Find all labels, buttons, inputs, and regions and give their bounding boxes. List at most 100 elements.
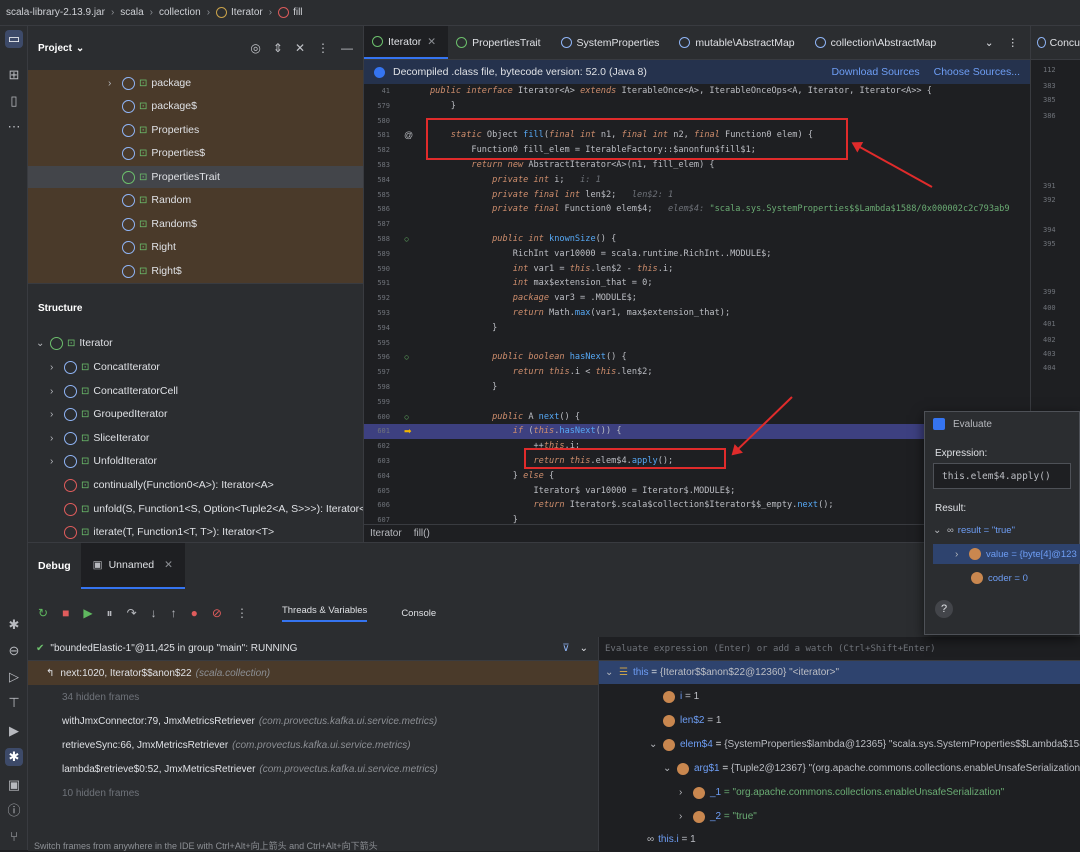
pause-icon[interactable]: ⏸: [107, 606, 113, 621]
structure-item[interactable]: › ⊡ GroupedIterator: [50, 403, 168, 425]
frame-row[interactable]: lambda$retrieve$0:52, JmxMetricsRetrieve…: [28, 757, 598, 781]
code-line[interactable]: 594 }: [364, 321, 1031, 336]
line-number[interactable]: 593: [364, 306, 390, 321]
expand-icon[interactable]: ⇕: [273, 41, 283, 55]
line-number[interactable]: 599: [364, 395, 390, 410]
tab-concurrent[interactable]: Concu: [1031, 26, 1080, 60]
options-icon[interactable]: ⋮: [317, 41, 329, 55]
line-number[interactable]: 597: [364, 365, 390, 380]
tree-item-properties-obj[interactable]: ⊡ Properties$: [122, 142, 205, 164]
git-icon[interactable]: ⑂: [5, 828, 23, 846]
breadcrumb-jar[interactable]: scala-library-2.13.9.jar: [6, 7, 105, 18]
code-line[interactable]: 588 public int knownSize() {: [364, 232, 1031, 247]
code-line[interactable]: 583 return new AbstractIterator<A>(n1, f…: [364, 158, 1031, 173]
result-row[interactable]: › value = {byte[4]@123: [933, 544, 1080, 564]
options-icon[interactable]: ⋮: [236, 606, 248, 620]
line-number[interactable]: 604: [364, 469, 390, 484]
execution-pointer-icon[interactable]: ➡: [404, 424, 412, 439]
close-icon[interactable]: ✕: [427, 36, 436, 48]
override-icon[interactable]: ○: [404, 410, 409, 425]
line-number[interactable]: 592: [364, 291, 390, 306]
variable-row[interactable]: › _1 = "org.apache.commons.collections.en…: [679, 781, 1004, 804]
folder-icon[interactable]: ▭: [5, 30, 23, 48]
code-line[interactable]: 591 int max$extension_that = 0;: [364, 276, 1031, 291]
override-icon[interactable]: ○: [404, 232, 409, 247]
close-icon[interactable]: ✕: [164, 559, 173, 571]
watch-input[interactable]: Evaluate expression (Enter) or add a wat…: [599, 637, 1080, 661]
structure-method[interactable]: ⊡ continually(Function0<A>): Iterator<A>: [64, 474, 274, 496]
bug-icon[interactable]: ✱: [5, 616, 23, 634]
line-number[interactable]: 600: [364, 410, 390, 425]
locate-icon[interactable]: ◎: [250, 41, 260, 55]
collapse-icon[interactable]: ✕: [295, 41, 305, 55]
line-number[interactable]: 584: [364, 173, 390, 188]
tab-unnamed-session[interactable]: ▣ Unnamed ✕: [80, 543, 185, 589]
structure-method[interactable]: ⊡ iterate(T, Function1<T, T>): Iterator<T…: [64, 521, 274, 543]
frame-row[interactable]: withJmxConnector:79, JmxMetricsRetriever…: [28, 709, 598, 733]
line-number[interactable]: 41: [364, 84, 390, 99]
chevron-down-icon[interactable]: ⌄: [580, 643, 588, 654]
breadcrumb-iterator[interactable]: Iterator: [231, 7, 263, 18]
tab-collection-abstractmap[interactable]: collection\AbstractMap: [807, 26, 949, 59]
line-number[interactable]: 580: [364, 114, 390, 129]
view-breakpoints-icon[interactable]: ●: [191, 606, 198, 620]
line-number[interactable]: 590: [364, 262, 390, 277]
line-number[interactable]: 596: [364, 350, 390, 365]
status-class[interactable]: Iterator: [370, 528, 402, 539]
structure-item[interactable]: › ⊡ SliceIterator: [50, 427, 149, 449]
minimize-icon[interactable]: —: [341, 41, 353, 55]
terminal-icon[interactable]: ▣: [5, 776, 23, 794]
tab-systemproperties[interactable]: SystemProperties: [553, 26, 672, 59]
tab-iterator[interactable]: Iterator ✕: [364, 26, 449, 59]
chevron-down-icon[interactable]: ⌄: [985, 37, 994, 49]
help-icon[interactable]: ?: [935, 600, 953, 618]
project-title[interactable]: Project: [38, 43, 72, 54]
variable-row[interactable]: ⌄ ☰ this = {Iterator$$anon$22@12360} "<ite…: [599, 661, 1080, 684]
code-line[interactable]: 592 package var3 = .MODULE$;: [364, 291, 1031, 306]
structure-method[interactable]: ⊡ unfold(S, Function1<S, Option<Tuple2<A,…: [64, 498, 378, 520]
tree-item-propertiestrait[interactable]: ⊡ PropertiesTrait: [28, 166, 363, 188]
variable-row[interactable]: ∞ this.i = 1: [647, 828, 696, 851]
options-icon[interactable]: ⋮: [1008, 37, 1019, 49]
structure-icon[interactable]: ⊞: [5, 66, 23, 84]
code-line[interactable]: 589 RichInt var10000 = scala.runtime.Ric…: [364, 247, 1031, 262]
annotation-icon[interactable]: @: [404, 128, 413, 143]
line-number[interactable]: 594: [364, 321, 390, 336]
result-row[interactable]: coder = 0: [933, 568, 1080, 588]
bookmark-icon[interactable]: ▯: [5, 92, 23, 110]
structure-item[interactable]: › ⊡ UnfoldIterator: [50, 450, 157, 472]
debug-icon[interactable]: ✱: [5, 748, 23, 766]
tree-item-properties[interactable]: ⊡ Properties: [122, 119, 199, 141]
frame-row[interactable]: retrieveSync:66, JmxMetricsRetriever (com…: [28, 733, 598, 757]
step-over-icon[interactable]: ↷: [127, 606, 137, 620]
build-icon[interactable]: ⊤: [5, 694, 23, 712]
line-number[interactable]: 598: [364, 380, 390, 395]
code-line[interactable]: 598 }: [364, 380, 1031, 395]
line-number[interactable]: 591: [364, 276, 390, 291]
structure-root[interactable]: ⌄ ⊡ Iterator: [36, 332, 113, 354]
expression-input[interactable]: this.elem$4.apply(): [933, 463, 1071, 489]
stop-icon[interactable]: ■: [62, 606, 69, 620]
line-number[interactable]: 601: [364, 424, 390, 439]
tree-item-random[interactable]: ⊡ Random: [122, 189, 191, 211]
line-number[interactable]: 585: [364, 188, 390, 203]
resume-icon[interactable]: ▶: [83, 606, 92, 620]
code-line[interactable]: 599: [364, 395, 1031, 410]
structure-item[interactable]: › ⊡ ConcatIterator: [50, 356, 160, 378]
line-number[interactable]: 583: [364, 158, 390, 173]
override-icon[interactable]: ○: [404, 350, 409, 365]
variable-row[interactable]: › _2 = "true": [679, 805, 757, 828]
status-method[interactable]: fill(): [414, 528, 430, 539]
tree-item-random-obj[interactable]: ⊡ Random$: [122, 213, 197, 235]
tab-mutable-abstractmap[interactable]: mutable\AbstractMap: [671, 26, 806, 59]
line-number[interactable]: 586: [364, 202, 390, 217]
variable-row[interactable]: i = 1: [663, 685, 699, 708]
code-line[interactable]: 585 private final int len$2; len$2: 1: [364, 188, 1031, 203]
download-sources-link[interactable]: Download Sources: [831, 66, 919, 78]
line-number[interactable]: 579: [364, 99, 390, 114]
frame-row[interactable]: ↰ next:1020, Iterator$$anon$22 (scala.coll…: [28, 661, 598, 685]
mute-breakpoints-icon[interactable]: ⊘: [212, 606, 222, 620]
tab-threads-variables[interactable]: Threads & Variables: [281, 605, 368, 622]
line-number[interactable]: 587: [364, 217, 390, 232]
line-number[interactable]: 588: [364, 232, 390, 247]
